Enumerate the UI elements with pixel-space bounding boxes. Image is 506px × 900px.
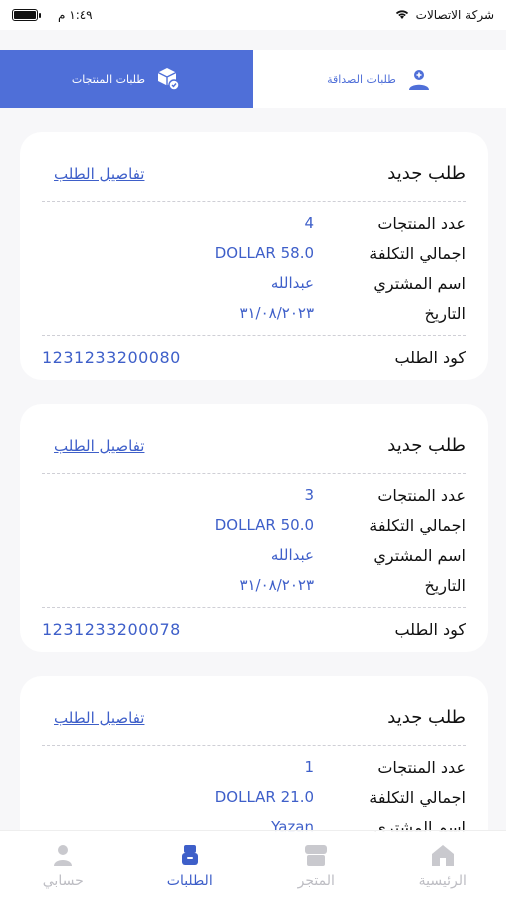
info-row: DOLLAR 21.0 اجمالي التكلفة [42, 782, 466, 812]
total-cost-label: اجمالي التكلفة [369, 515, 466, 535]
order-card: تفاصيل الطلب طلب جديد 3 عدد المنتجات DOL… [20, 404, 488, 652]
order-code-label: كود الطلب [394, 347, 466, 367]
info-row: Yazan اسم المشتري [42, 812, 466, 833]
product-count-label: عدد المنتجات [377, 213, 466, 233]
box-icon [155, 66, 181, 92]
info-row: 1 عدد المنتجات [42, 752, 466, 782]
info-row: DOLLAR 58.0 اجمالي التكلفة [42, 238, 466, 268]
status-time: ١:٤٩ م [58, 8, 93, 22]
tab-friend-requests[interactable]: طلبات الصداقة [253, 50, 506, 108]
nav-item-orders[interactable]: الطلبات [140, 843, 240, 889]
order-code-row: 1231233200080 كود الطلب [42, 336, 466, 378]
order-card: تفاصيل الطلب طلب جديد 4 عدد المنتجات DOL… [20, 132, 488, 380]
status-bar: ١:٤٩ م شركة الاتصالات [0, 0, 506, 30]
order-tabs: طلبات المنتجات طلبات الصداقة [0, 50, 506, 108]
buyer-name-value: عبدالله [270, 274, 314, 292]
order-card: تفاصيل الطلب طلب جديد 1 عدد المنتجات DOL… [20, 676, 488, 832]
product-count-value: 4 [304, 214, 314, 232]
date-value: ٣١/٠٨/٢٠٢٣ [239, 304, 314, 322]
order-info: 3 عدد المنتجات DOLLAR 50.0 اجمالي التكلف… [42, 474, 466, 608]
nav-label: الرئيسية [418, 872, 467, 889]
order-details-link[interactable]: تفاصيل الطلب [42, 165, 144, 183]
info-row: عبدالله اسم المشتري [42, 540, 466, 570]
nav-label: المتجر [297, 872, 335, 889]
date-value: ٣١/٠٨/٢٠٢٣ [239, 576, 314, 594]
total-cost-value: DOLLAR 21.0 [214, 788, 314, 806]
nav-item-home[interactable]: الرئيسية [393, 843, 493, 889]
info-row: 4 عدد المنتجات [42, 208, 466, 238]
orders-icon [178, 843, 202, 867]
order-code-value: 1231233200080 [42, 347, 181, 367]
store-icon [303, 843, 329, 867]
order-code-value: 1231233200078 [42, 619, 181, 639]
bottom-nav: حسابي الطلبات المتجر الرئيسية [0, 830, 506, 900]
buyer-name-label: اسم المشتري [373, 545, 466, 565]
tab-label: طلبات الصداقة [327, 72, 396, 86]
info-row: ٣١/٠٨/٢٠٢٣ التاريخ [42, 570, 466, 600]
order-title: طلب جديد [387, 707, 466, 728]
product-count-label: عدد المنتجات [377, 485, 466, 505]
total-cost-value: DOLLAR 58.0 [214, 244, 314, 262]
info-row: عبدالله اسم المشتري [42, 268, 466, 298]
add-user-icon [406, 66, 432, 92]
battery-icon [12, 9, 41, 21]
order-info: 1 عدد المنتجات DOLLAR 21.0 اجمالي التكلف… [42, 746, 466, 833]
total-cost-label: اجمالي التكلفة [369, 243, 466, 263]
nav-label: الطلبات [166, 872, 213, 889]
order-title: طلب جديد [387, 435, 466, 456]
home-icon [430, 843, 456, 867]
order-code-row: 1231233200078 كود الطلب [42, 608, 466, 650]
card-header: تفاصيل الطلب طلب جديد [42, 690, 466, 746]
order-details-link[interactable]: تفاصيل الطلب [42, 437, 144, 455]
product-count-value: 3 [304, 486, 314, 504]
status-right: شركة الاتصالات [394, 8, 494, 23]
total-cost-value: DOLLAR 50.0 [214, 516, 314, 534]
tab-label: طلبات المنتجات [71, 72, 146, 86]
wifi-icon [394, 8, 410, 23]
info-row: DOLLAR 50.0 اجمالي التكلفة [42, 510, 466, 540]
product-count-label: عدد المنتجات [377, 757, 466, 777]
order-details-link[interactable]: تفاصيل الطلب [42, 709, 144, 727]
nav-item-store[interactable]: المتجر [266, 843, 366, 889]
nav-item-account[interactable]: حسابي [13, 843, 113, 889]
date-label: التاريخ [424, 575, 466, 595]
info-row: ٣١/٠٨/٢٠٢٣ التاريخ [42, 298, 466, 328]
card-header: تفاصيل الطلب طلب جديد [42, 418, 466, 474]
status-left: ١:٤٩ م [12, 8, 93, 22]
nav-label: حسابي [42, 872, 84, 889]
info-row: 3 عدد المنتجات [42, 480, 466, 510]
product-count-value: 1 [304, 758, 314, 776]
buyer-name-value: عبدالله [270, 546, 314, 564]
card-header: تفاصيل الطلب طلب جديد [42, 146, 466, 202]
person-icon [52, 843, 74, 867]
carrier-label: شركة الاتصالات [415, 8, 494, 22]
total-cost-label: اجمالي التكلفة [369, 787, 466, 807]
order-title: طلب جديد [387, 163, 466, 184]
orders-list[interactable]: تفاصيل الطلب طلب جديد 4 عدد المنتجات DOL… [20, 132, 488, 832]
order-code-label: كود الطلب [394, 619, 466, 639]
order-info: 4 عدد المنتجات DOLLAR 58.0 اجمالي التكلف… [42, 202, 466, 336]
tab-product-orders[interactable]: طلبات المنتجات [0, 50, 253, 108]
buyer-name-label: اسم المشتري [373, 273, 466, 293]
date-label: التاريخ [424, 303, 466, 323]
